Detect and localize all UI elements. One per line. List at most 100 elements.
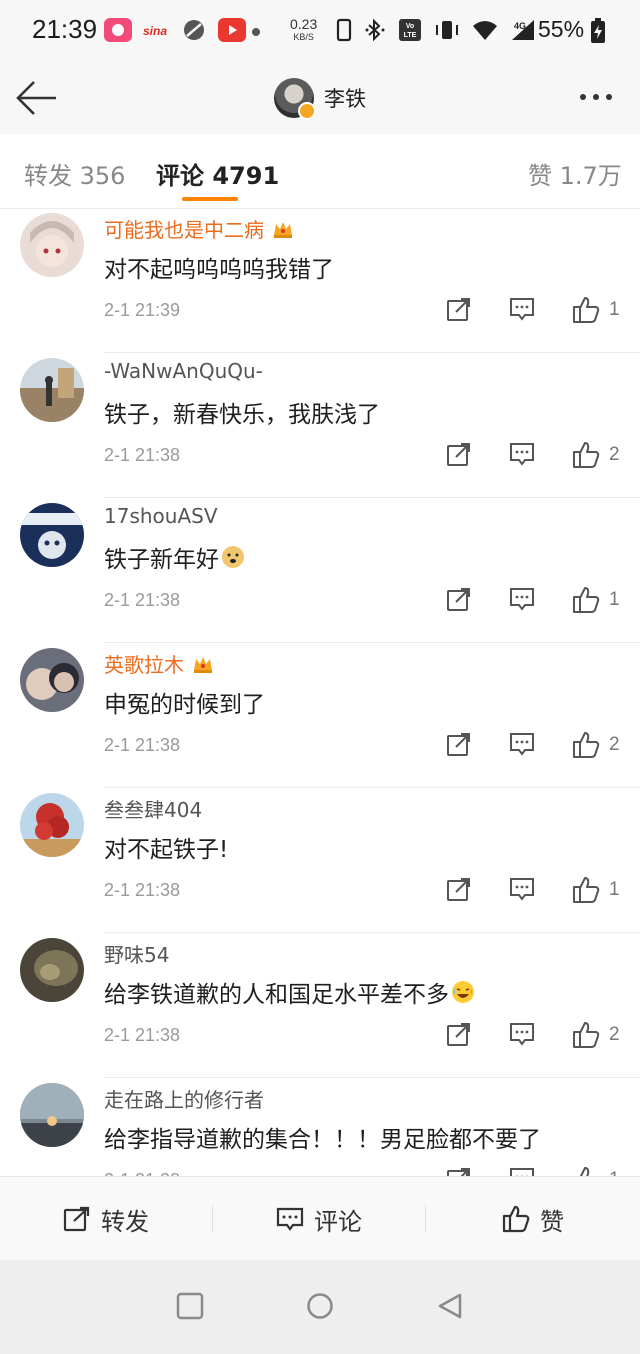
comment-author[interactable]: 野味54 bbox=[104, 939, 169, 968]
disabled-icon bbox=[180, 18, 208, 42]
repost-button[interactable] bbox=[446, 586, 472, 616]
comment-author[interactable]: 17shouASV bbox=[104, 504, 218, 528]
status-time: 21:39 bbox=[32, 14, 98, 44]
author-name[interactable]: -WaNwAnQuQu- bbox=[104, 359, 263, 383]
like-button[interactable] bbox=[572, 296, 600, 328]
tab-comments[interactable]: 评论 4791 bbox=[156, 156, 279, 191]
system-navigation-bar bbox=[0, 1260, 640, 1354]
tab-reposts[interactable]: 转发 356 bbox=[24, 156, 125, 191]
repost-button[interactable] bbox=[446, 1166, 472, 1176]
like-button[interactable] bbox=[572, 876, 600, 908]
comment-text: 给李指导道歉的集合！！！男足脸都不要了 bbox=[104, 1120, 541, 1154]
like-label: 赞 bbox=[540, 1207, 564, 1236]
like-button[interactable] bbox=[572, 1166, 600, 1176]
repost-icon bbox=[63, 1206, 90, 1232]
reply-button[interactable] bbox=[509, 731, 535, 761]
like-count: 1 bbox=[609, 299, 620, 320]
app-notification-icon bbox=[104, 18, 132, 42]
author-name[interactable]: 野味54 bbox=[104, 939, 169, 968]
like-count: 1 bbox=[609, 1169, 620, 1176]
repost-button[interactable] bbox=[446, 296, 472, 326]
author-name[interactable]: 可能我也是中二病 bbox=[104, 214, 264, 243]
like-button[interactable] bbox=[572, 441, 600, 473]
thumbs-up-icon bbox=[573, 587, 600, 613]
svg-text:4G: 4G bbox=[514, 21, 526, 31]
comment-author[interactable]: 走在路上的修行者 bbox=[104, 1084, 264, 1113]
comment-item: 17shouASV 铁子新年好 2-1 21:38 1 bbox=[0, 498, 640, 643]
comment-item: 叁叁肆404 对不起铁子! 2-1 21:38 1 bbox=[0, 788, 640, 933]
comment-button[interactable]: 评论 bbox=[213, 1177, 425, 1261]
reply-button[interactable] bbox=[509, 296, 535, 326]
author-name[interactable]: 英歌拉木 bbox=[104, 649, 184, 678]
avatar[interactable] bbox=[20, 648, 84, 712]
avatar[interactable] bbox=[274, 78, 316, 120]
reply-button[interactable] bbox=[509, 876, 535, 906]
more-dot-icon bbox=[580, 94, 586, 100]
top-navigation: 李铁 bbox=[0, 62, 640, 134]
repost-icon bbox=[447, 1168, 470, 1176]
recent-apps-button[interactable] bbox=[176, 1292, 204, 1324]
vip-crown-icon bbox=[274, 221, 292, 238]
repost-label: 转发 bbox=[101, 1207, 149, 1236]
like-button[interactable] bbox=[572, 1021, 600, 1053]
avatar[interactable] bbox=[20, 213, 84, 277]
tab-bar: 转发 356 评论 4791 赞 1.7万 bbox=[0, 134, 640, 209]
system-icons: Vo LTE 4G bbox=[336, 18, 536, 46]
repost-button[interactable]: 转发 bbox=[0, 1177, 212, 1261]
network-speed: 0.23 KB/S bbox=[290, 16, 318, 44]
active-tab-indicator bbox=[182, 197, 238, 201]
avatar[interactable] bbox=[20, 1083, 84, 1147]
comment-time: 2-1 21:38 bbox=[104, 590, 181, 610]
repost-button[interactable] bbox=[446, 731, 472, 761]
reply-button[interactable] bbox=[509, 586, 535, 616]
avatar[interactable] bbox=[20, 503, 84, 567]
comment-text: 对不起呜呜呜呜我错了 bbox=[104, 250, 334, 284]
like-button[interactable] bbox=[572, 586, 600, 618]
comment-author[interactable]: 可能我也是中二病 bbox=[104, 214, 294, 243]
thumbs-up-icon bbox=[574, 1167, 596, 1176]
reply-button[interactable] bbox=[509, 1166, 535, 1176]
like-count: 1 bbox=[609, 879, 620, 900]
comment-list[interactable]: 可能我也是中二病 对不起呜呜呜呜我错了 2-1 21:39 1 -WaNwAnQ… bbox=[0, 208, 640, 1176]
status-bar: 21:39 sina 0.23 KB/S Vo LTE 4G 55% bbox=[0, 0, 640, 62]
comment-icon bbox=[510, 1168, 534, 1176]
comment-time: 2-1 21:38 bbox=[104, 735, 181, 755]
wifi-icon bbox=[472, 19, 498, 45]
comment-item: 野味54 给李铁道歉的人和国足水平差不多 2-1 21:38 2 bbox=[0, 933, 640, 1078]
speed-value: 0.23 bbox=[290, 16, 318, 32]
author-name[interactable]: 叁叁肆404 bbox=[104, 794, 202, 823]
thumbs-up-icon bbox=[573, 877, 600, 903]
repost-icon bbox=[447, 443, 470, 466]
author-name[interactable]: 走在路上的修行者 bbox=[104, 1084, 264, 1113]
more-options-button[interactable] bbox=[580, 82, 626, 112]
repost-button[interactable] bbox=[446, 1021, 472, 1051]
comment-text: 给李铁道歉的人和国足水平差不多 bbox=[104, 975, 475, 1009]
comment-time: 2-1 21:39 bbox=[104, 300, 181, 320]
comment-author[interactable]: -WaNwAnQuQu- bbox=[104, 359, 263, 383]
home-button[interactable] bbox=[306, 1292, 334, 1324]
comment-author[interactable]: 英歌拉木 bbox=[104, 649, 214, 678]
like-button[interactable]: 赞 bbox=[426, 1177, 640, 1261]
author-name[interactable]: 17shouASV bbox=[104, 504, 218, 528]
doge-emoji bbox=[221, 545, 245, 569]
like-count: 2 bbox=[609, 1024, 620, 1045]
like-button[interactable] bbox=[572, 731, 600, 763]
thumbs-up-icon bbox=[573, 297, 600, 323]
page-title[interactable]: 李铁 bbox=[324, 83, 366, 113]
repost-button[interactable] bbox=[446, 876, 472, 906]
repost-button[interactable] bbox=[446, 441, 472, 471]
comment-author[interactable]: 叁叁肆404 bbox=[104, 794, 202, 823]
comment-item: 可能我也是中二病 对不起呜呜呜呜我错了 2-1 21:39 1 bbox=[0, 208, 640, 353]
laugh-cry-emoji bbox=[451, 980, 475, 1004]
reply-button[interactable] bbox=[509, 1021, 535, 1051]
tab-likes[interactable]: 赞 1.7万 bbox=[528, 156, 622, 191]
system-back-button[interactable] bbox=[436, 1292, 464, 1324]
user-title[interactable]: 李铁 bbox=[274, 78, 366, 120]
volte-icon: Vo LTE bbox=[398, 18, 422, 46]
avatar[interactable] bbox=[20, 358, 84, 422]
reply-button[interactable] bbox=[509, 441, 535, 471]
back-button[interactable] bbox=[14, 78, 60, 118]
avatar[interactable] bbox=[20, 793, 84, 857]
avatar[interactable] bbox=[20, 938, 84, 1002]
comment-text-content: 铁子，新春快乐，我肤浅了 bbox=[104, 402, 380, 428]
